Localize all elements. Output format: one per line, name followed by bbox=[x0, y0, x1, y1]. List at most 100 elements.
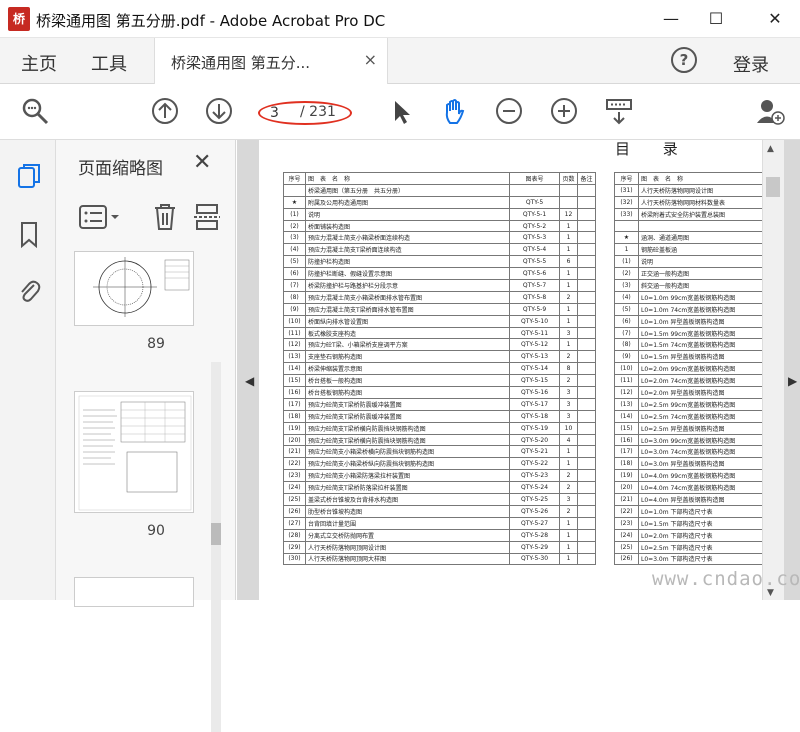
table-cell: (14) bbox=[283, 362, 306, 376]
zoom-out-icon[interactable] bbox=[494, 96, 524, 126]
table-cell: (31) bbox=[614, 183, 639, 197]
table-cell: 1 bbox=[559, 338, 578, 352]
collapse-left-panel-icon[interactable]: ◀ bbox=[245, 374, 254, 388]
toolbar: / 231 bbox=[0, 84, 800, 140]
select-arrow-icon[interactable] bbox=[386, 96, 416, 126]
table-cell: 3 bbox=[559, 386, 578, 399]
table-cell: (7) bbox=[614, 326, 639, 340]
page-thumbnail[interactable] bbox=[74, 577, 194, 607]
table-cell bbox=[577, 469, 596, 483]
help-icon[interactable]: ? bbox=[671, 47, 697, 73]
table-row: (22) 预应力砼简支小箱梁桥纵向防震挡块钢筋构造图 QTY-5-22 1 bbox=[283, 457, 596, 471]
table-cell bbox=[577, 552, 596, 566]
table-cell: 预应力砼简支T梁桥横向防震挡块钢筋构造图 bbox=[305, 421, 510, 435]
table-cell: QTY-5-24 bbox=[509, 481, 560, 495]
table-row: (19) 预应力砼简支T梁桥横向防震挡块钢筋构造图 QTY-5-19 10 bbox=[283, 421, 596, 435]
table-cell: 2 bbox=[559, 504, 578, 518]
tab-document[interactable]: 桥梁通用图 第五分... × bbox=[154, 38, 388, 84]
table-cell: 人行天桥防落物网顶网设计图 bbox=[305, 540, 510, 554]
thumbnail-scrollbar[interactable] bbox=[211, 362, 221, 732]
previous-page-icon[interactable] bbox=[150, 96, 180, 126]
table-cell: L0=4.0m 74cm宽盖板钢筋构造图 bbox=[638, 481, 771, 495]
table-cell bbox=[638, 219, 771, 233]
table-cell: QTY-5-26 bbox=[509, 504, 560, 518]
table-cell: 1 bbox=[559, 231, 578, 245]
table-row: (26) L0=3.0m 下部构造尺寸表 bbox=[614, 552, 771, 566]
attachment-icon[interactable] bbox=[16, 277, 42, 305]
table-cell: (22) bbox=[614, 504, 639, 518]
table-cell: 6 bbox=[559, 255, 578, 269]
table-cell: L0=1.5m 异型盖板钢筋构造图 bbox=[638, 350, 771, 364]
table-cell: (18) bbox=[283, 409, 306, 423]
table-cell: 2 bbox=[559, 481, 578, 495]
table-row: (16) L0=3.0m 99cm宽盖板钢筋构造图 bbox=[614, 433, 771, 447]
hand-tool-icon[interactable] bbox=[439, 96, 469, 126]
table-cell: (1) bbox=[283, 207, 306, 221]
page-thumbnail[interactable] bbox=[74, 251, 194, 326]
crop-page-icon[interactable] bbox=[194, 202, 220, 232]
page-number-input[interactable] bbox=[270, 103, 294, 123]
table-cell: QTY-5-29 bbox=[509, 540, 560, 554]
table-cell: 备注 bbox=[577, 172, 596, 185]
table-row: (20) 预应力砼简支T梁桥横向防震挡块钢筋构造图 QTY-5-20 4 bbox=[283, 433, 596, 447]
table-cell: 桥梁防撞护栏与路基护栏分段示意 bbox=[305, 279, 510, 292]
table-row: (18) 预应力砼简支T梁桥防震缓冲装置图 QTY-5-18 3 bbox=[283, 409, 596, 423]
table-cell: (8) bbox=[614, 338, 639, 352]
table-row: (12) L0=2.0m 异型盖板钢筋构造图 bbox=[614, 386, 771, 399]
table-cell: L0=4.0m 异型盖板钢筋构造图 bbox=[638, 493, 771, 506]
document-scrollbar[interactable] bbox=[762, 140, 784, 600]
toc-table-left: 序号图 表 名 称图表号 页数 备注 桥梁通用图（第五分册 共五分册） ★ 附属及公用构造… bbox=[283, 172, 596, 566]
table-cell: 斜交涵一般构造图 bbox=[638, 279, 771, 292]
table-cell: (5) bbox=[283, 255, 306, 269]
delete-page-icon[interactable] bbox=[152, 202, 178, 232]
maximize-button[interactable]: ☐ bbox=[696, 4, 736, 34]
search-zoom-icon[interactable] bbox=[20, 96, 50, 126]
table-row: (3) 预应力混凝土简支小箱梁桥面连续构造 QTY-5-3 1 bbox=[283, 231, 596, 245]
collapse-right-panel-icon[interactable]: ▶ bbox=[788, 374, 797, 388]
table-cell: (11) bbox=[614, 374, 639, 388]
close-tab-icon[interactable]: × bbox=[364, 50, 377, 69]
table-row: (5) L0=1.0m 74cm宽盖板钢筋构造图 bbox=[614, 302, 771, 316]
table-cell: 预应力砼简支小箱梁桥横向防震挡块钢筋构造图 bbox=[305, 445, 510, 459]
add-user-icon[interactable] bbox=[755, 96, 785, 126]
page-thumbnails-icon[interactable] bbox=[16, 162, 42, 190]
table-row: (17) 预应力砼简支T梁桥防震缓冲装置图 QTY-5-17 3 bbox=[283, 397, 596, 411]
table-row bbox=[614, 219, 771, 233]
table-cell: (13) bbox=[283, 350, 306, 364]
table-cell: L0=3.0m 99cm宽盖板钢筋构造图 bbox=[638, 433, 771, 447]
minimize-button[interactable]: — bbox=[651, 4, 691, 34]
close-panel-icon[interactable]: ✕ bbox=[193, 150, 211, 175]
tab-tools[interactable]: 工具 bbox=[91, 50, 127, 76]
table-cell: L0=1.0m 下部构造尺寸表 bbox=[638, 504, 771, 518]
table-cell: L0=2.0m 异型盖板钢筋构造图 bbox=[638, 386, 771, 399]
zoom-in-icon[interactable] bbox=[549, 96, 579, 126]
page-display-icon[interactable] bbox=[604, 96, 634, 126]
table-cell: 1 bbox=[559, 243, 578, 257]
next-page-icon[interactable] bbox=[204, 96, 234, 126]
table-cell: 1 bbox=[559, 552, 578, 566]
table-cell bbox=[577, 326, 596, 340]
table-row: (2) 桥面铺装构造图 QTY-5-2 1 bbox=[283, 219, 596, 233]
close-window-button[interactable]: ✕ bbox=[755, 4, 795, 34]
table-cell: 盖梁式桥台锥坡及台背排水构造图 bbox=[305, 493, 510, 506]
table-row: (1) 说明 QTY-5-1 12 bbox=[283, 207, 596, 221]
table-cell: (27) bbox=[283, 516, 306, 530]
table-cell: L0=1.0m 异型盖板钢筋构造图 bbox=[638, 314, 771, 328]
table-cell: 附属及公用构造通用图 bbox=[305, 195, 510, 209]
thumbnail-scrollbar-thumb[interactable] bbox=[211, 523, 221, 545]
thumbnail-options-icon[interactable] bbox=[78, 204, 126, 230]
table-cell: QTY-5-3 bbox=[509, 231, 560, 245]
scroll-up-icon[interactable]: ▲ bbox=[767, 144, 774, 154]
page-thumbnail[interactable] bbox=[74, 391, 194, 513]
table-cell: 桥梁附着式安全防护装置总装图 bbox=[638, 207, 771, 221]
document-scrollbar-thumb[interactable] bbox=[766, 177, 780, 197]
tab-home[interactable]: 主页 bbox=[21, 50, 57, 76]
table-row: (26) 肋型桥台锥坡构造图 QTY-5-26 2 bbox=[283, 504, 596, 518]
table-cell: QTY-5-8 bbox=[509, 290, 560, 304]
bookmark-icon[interactable] bbox=[16, 220, 42, 248]
table-cell: 3 bbox=[559, 397, 578, 411]
table-cell: (26) bbox=[614, 552, 639, 566]
table-cell: L0=2.5m 74cm宽盖板钢筋构造图 bbox=[638, 409, 771, 423]
table-cell: L0=2.5m 99cm宽盖板钢筋构造图 bbox=[638, 397, 771, 411]
login-button[interactable]: 登录 bbox=[733, 51, 769, 77]
